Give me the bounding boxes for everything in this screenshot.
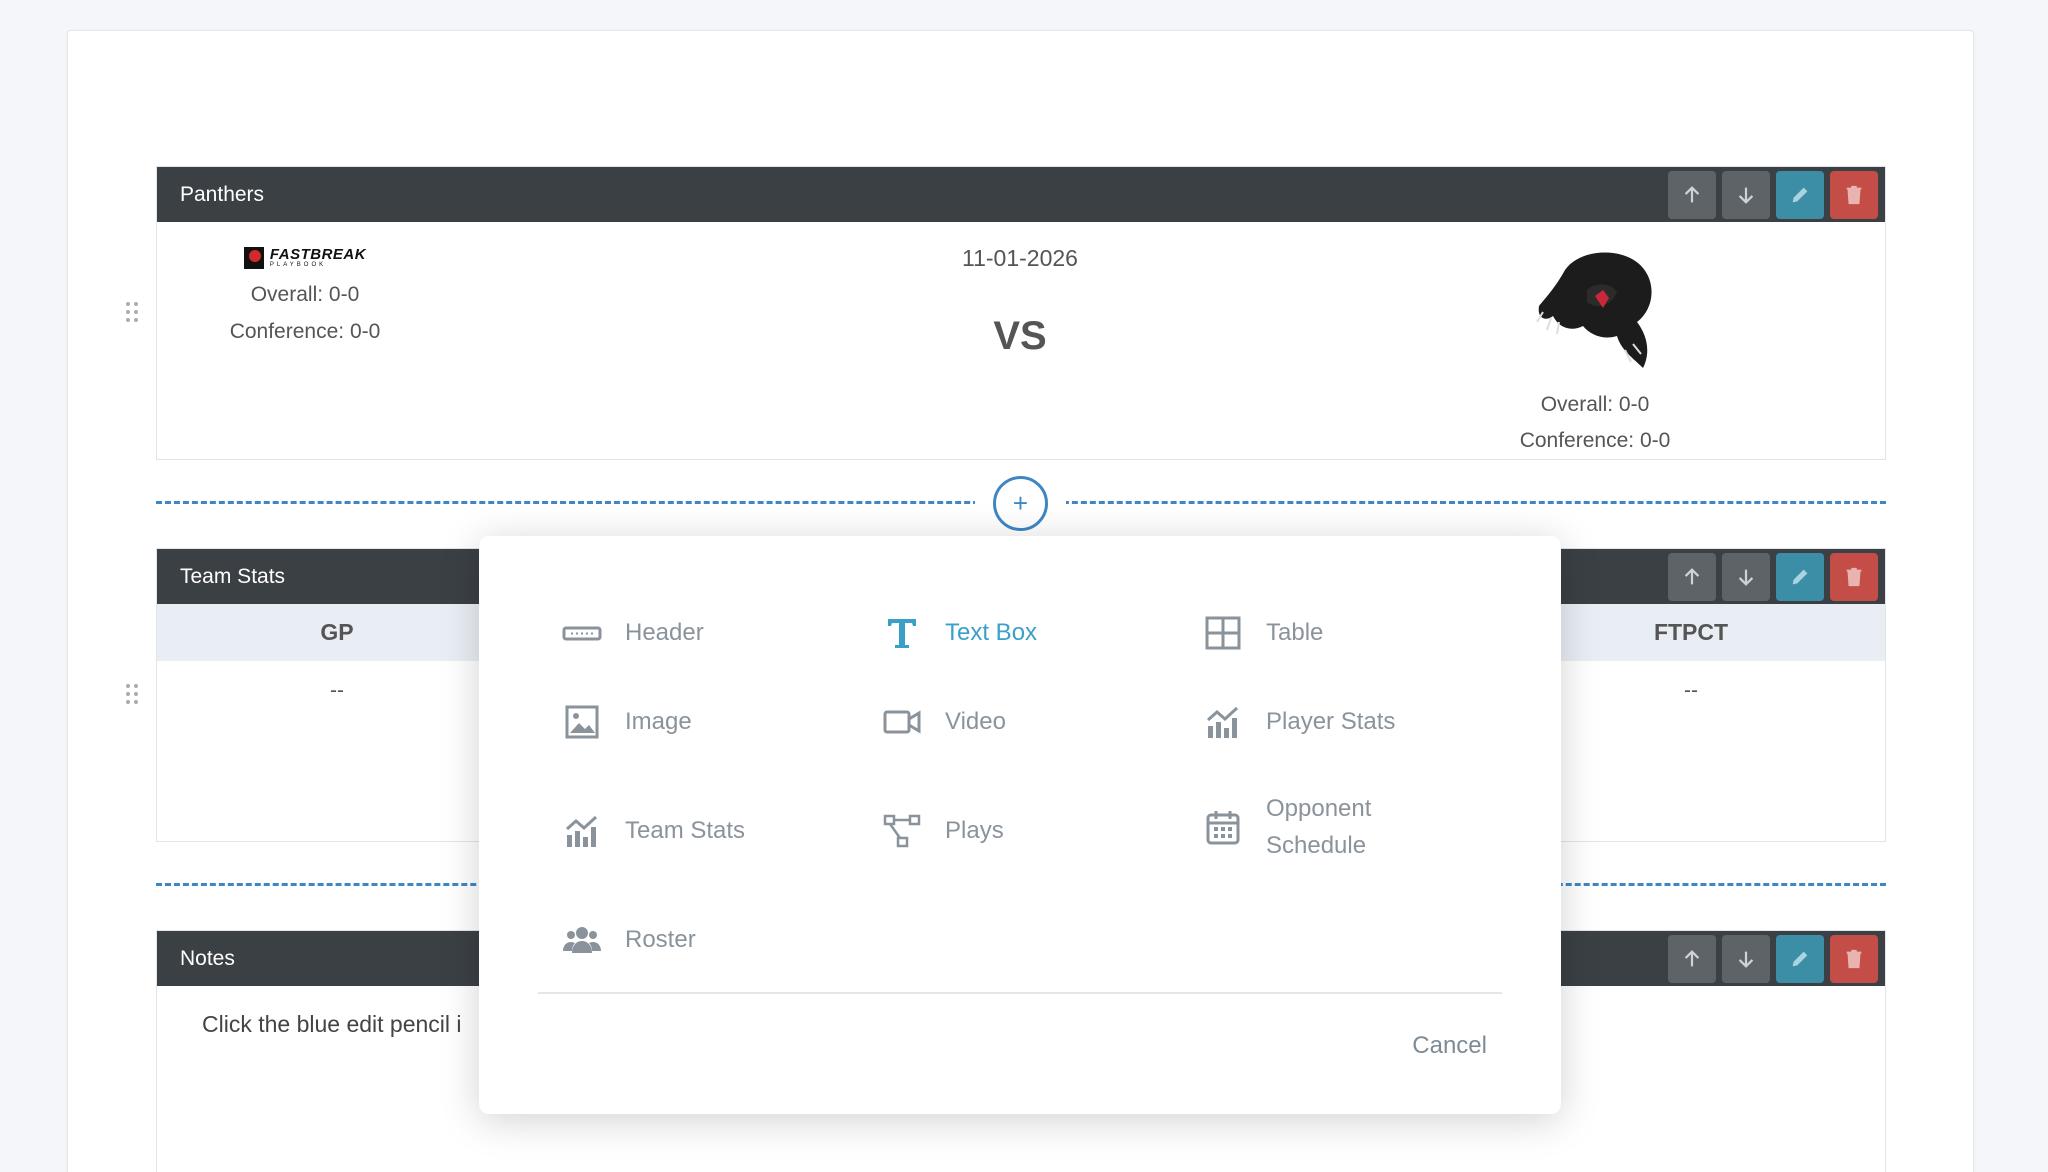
option-team-stats[interactable]: Team Stats: [561, 810, 745, 852]
option-roster[interactable]: Roster: [561, 919, 696, 961]
arrow-down-icon: [1738, 951, 1754, 968]
option-player-stats[interactable]: Player Stats: [1202, 701, 1395, 743]
image-icon: [561, 701, 603, 743]
drag-handle-icon[interactable]: [124, 682, 140, 706]
modal-divider: [538, 992, 1502, 994]
arrow-down-icon: [1738, 569, 1754, 586]
trash-icon: [1846, 567, 1862, 587]
arrow-down-icon: [1738, 187, 1754, 204]
home-overall: Overall: 0-0: [250, 283, 360, 306]
move-down-button[interactable]: [1722, 171, 1770, 219]
stat-value: --: [1684, 679, 1698, 702]
header-icon: [561, 612, 603, 654]
game-section-header: Panthers: [157, 167, 1885, 222]
trash-icon: [1846, 949, 1862, 969]
plays-icon: [881, 810, 923, 852]
option-opponent-schedule[interactable]: Opponent Schedule: [1202, 790, 1371, 864]
arrow-up-icon: [1684, 186, 1700, 203]
stat-value: --: [330, 679, 344, 702]
arrow-up-icon: [1684, 568, 1700, 585]
chart-icon: [561, 810, 603, 852]
fastbreak-logo: FASTBREAK PLAYBOOK: [180, 240, 430, 276]
trash-icon: [1846, 185, 1862, 205]
stat-header: GP: [320, 619, 354, 645]
panther-logo: [1536, 252, 1652, 368]
game-date: 11-01-2026: [962, 245, 1078, 271]
add-section-button[interactable]: +: [993, 476, 1048, 531]
table-icon: [1202, 612, 1244, 654]
delete-button[interactable]: [1830, 935, 1878, 983]
pencil-icon: [1792, 569, 1808, 585]
section-title: Notes: [180, 946, 235, 970]
delete-button[interactable]: [1830, 171, 1878, 219]
move-down-button[interactable]: [1722, 935, 1770, 983]
notes-text: Click the blue edit pencil i: [202, 1011, 462, 1037]
versus-label: VS: [993, 314, 1047, 358]
chart-icon: [1202, 701, 1244, 743]
home-team: FASTBREAK PLAYBOOK Overall: 0-0 Conferenc…: [180, 240, 430, 350]
section-actions: [1668, 553, 1878, 601]
option-header[interactable]: Header: [561, 612, 704, 654]
users-icon: [561, 919, 603, 961]
option-plays[interactable]: Plays: [881, 810, 1004, 852]
section-title: Panthers: [180, 182, 265, 206]
away-overall: Overall: 0-0: [1540, 393, 1650, 416]
move-up-button[interactable]: [1668, 553, 1716, 601]
stat-header: FTPCT: [1653, 619, 1729, 645]
calendar-icon: [1202, 806, 1244, 848]
away-team: Overall: 0-0 Conference: 0-0: [1470, 240, 1720, 459]
move-down-button[interactable]: [1722, 553, 1770, 601]
add-section-modal: Header Text Box Table Image Video Player…: [479, 536, 1561, 1114]
section-actions: [1668, 935, 1878, 983]
pencil-icon: [1792, 187, 1808, 203]
edit-button[interactable]: [1776, 553, 1824, 601]
away-conference: Conference: 0-0: [1519, 429, 1671, 452]
option-video[interactable]: Video: [881, 701, 1006, 743]
arrow-up-icon: [1684, 950, 1700, 967]
pencil-icon: [1792, 951, 1808, 967]
move-up-button[interactable]: [1668, 935, 1716, 983]
edit-button[interactable]: [1776, 935, 1824, 983]
option-table[interactable]: Table: [1202, 612, 1323, 654]
home-conference: Conference: 0-0: [229, 320, 381, 343]
section-title: Team Stats: [180, 564, 286, 588]
section-actions: [1668, 171, 1878, 219]
drag-handle-icon[interactable]: [124, 300, 140, 324]
edit-button[interactable]: [1776, 171, 1824, 219]
plus-icon: +: [1012, 488, 1029, 518]
cancel-button[interactable]: Cancel: [1412, 1032, 1487, 1060]
text-icon: [881, 612, 923, 654]
delete-button[interactable]: [1830, 553, 1878, 601]
video-icon: [881, 701, 923, 743]
move-up-button[interactable]: [1668, 171, 1716, 219]
game-info: 11-01-2026 VS: [870, 245, 1170, 359]
option-text-box[interactable]: Text Box: [881, 612, 1037, 654]
option-image[interactable]: Image: [561, 701, 692, 743]
